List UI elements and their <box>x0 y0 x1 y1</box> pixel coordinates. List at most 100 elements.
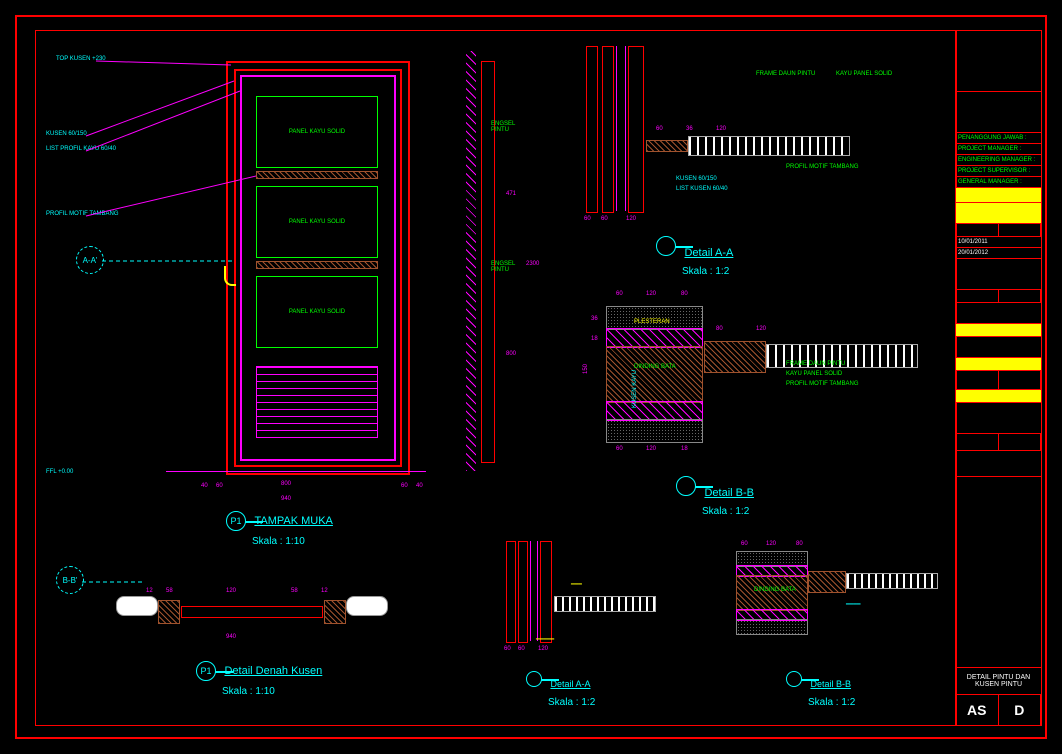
dk-d2: 120 <box>226 588 236 594</box>
aa-d2: 60 <box>656 126 663 132</box>
bb-d1: 120 <box>646 291 656 297</box>
detail-aa-top-title-block: Detail A-A Skala : 1:2 <box>656 236 733 279</box>
detail-aa-top-scale: Skala : 1:2 <box>682 266 729 277</box>
detail-aa-bot-scale: Skala : 1:2 <box>548 697 595 708</box>
aa-d5: 120 <box>716 126 726 132</box>
bb-kusen: KUSEN KAYU <box>632 370 638 408</box>
sym-aa-bot <box>526 671 542 687</box>
tb-sheet-code: D <box>999 695 1042 725</box>
dim-jamb2-l: 40 <box>201 483 208 489</box>
view-denah-kusen: B-B' 12 58 120 58 12 940 P1 Detail Denah… <box>56 566 416 716</box>
detail-bb-bot-title: Detail B-B <box>810 679 851 689</box>
aa-list: LIST KUSEN 60/40 <box>676 186 728 192</box>
plan-cross-section <box>116 596 376 626</box>
detail-bb-top-scale: Skala : 1:2 <box>702 506 749 517</box>
bb-panel: KAYU PANEL SOLID <box>786 371 842 377</box>
aa-motif: PROFIL MOTIF TAMBANG <box>786 164 859 170</box>
detail-aa-bot-title: Detail A-A <box>550 679 590 689</box>
dk-d1: 58 <box>166 588 173 594</box>
tb-role-4: GENERAL MANAGER : <box>956 177 1041 188</box>
cad-sheet: PANEL KAYU SOLID PANEL KAYU SOLID PANEL … <box>0 0 1062 754</box>
dim-door-w: 800 <box>281 481 291 487</box>
tb-yellow-1 <box>956 188 1041 203</box>
tb-yellow-2 <box>956 203 1041 224</box>
side-section: ENGSEL PINTU ENGSEL PINTU 471 2300 800 <box>456 51 506 471</box>
dk-d4: 12 <box>321 588 328 594</box>
aa-kayu-panel: KAYU PANEL SOLID <box>836 71 892 77</box>
dk-d3: 58 <box>291 588 298 594</box>
panel-1: PANEL KAYU SOLID <box>256 96 378 168</box>
dim-jamb-l: 60 <box>216 483 223 489</box>
drawing-area: PANEL KAYU SOLID PANEL KAYU SOLID PANEL … <box>35 30 957 726</box>
motif-strip-1 <box>256 171 378 179</box>
motif-strip-2 <box>256 261 378 269</box>
denah-kusen-scale: Skala : 1:10 <box>222 686 275 697</box>
tb-role-0: PENANGGUNG JAWAB : <box>956 133 1041 144</box>
section-aa-leader <box>102 257 232 267</box>
bb-d8: 18 <box>681 446 688 452</box>
bb-d6: 60 <box>616 446 623 452</box>
louvre-panel <box>256 366 378 438</box>
view-detail-aa-top: FRAME DAUN PINTU KAYU PANEL SOLID KUSEN … <box>576 46 936 266</box>
section-bb-leader <box>82 578 142 588</box>
section-mark-bb: B-B' <box>56 566 84 594</box>
bb2-dinding: DINDING BATA <box>754 587 796 593</box>
aa-kusen: KUSEN 60/150 <box>676 176 717 182</box>
view-detail-bb-bot: DINDING BATA ━━━━ 60 120 80 Detail B-B S… <box>716 541 946 711</box>
view-detail-aa-bot: ━━━ ━━━━━ 60 60 120 Detail A-A Skala : 1… <box>466 541 696 711</box>
dk-d0: 12 <box>146 588 153 594</box>
bb-d2: 80 <box>681 291 688 297</box>
aa-frame-daun: FRAME DAUN PINTU <box>756 71 815 77</box>
tb-role-3: PROJECT SUPERVISOR : <box>956 166 1041 177</box>
bb-frame: FRAME DAUN PINTU <box>786 361 845 367</box>
detail-bb-top-title-block: Detail B-B Skala : 1:2 <box>676 476 754 519</box>
lbl-engsel1: ENGSEL PINTU <box>491 121 515 133</box>
tb-drawing-title: DETAIL PINTU DAN KUSEN PINTU <box>956 667 1041 694</box>
sym-p1: P1 <box>226 511 246 531</box>
detail-aa-bot-title-block: Detail A-A Skala : 1:2 <box>526 671 595 710</box>
bb-d5: 80 <box>716 326 723 332</box>
panel-3: PANEL KAYU SOLID <box>256 276 378 348</box>
bb-d0: 60 <box>616 291 623 297</box>
bb-dinding: DINDING BATA <box>634 364 676 370</box>
bb-d3: 36 <box>591 316 598 322</box>
sym-p1-denah: P1 <box>196 661 216 681</box>
detail-bb-bot-title-block: Detail B-B Skala : 1:2 <box>786 671 855 710</box>
bb-d7: 120 <box>646 446 656 452</box>
tb-role-1: PROJECT MANAGER : <box>956 144 1041 155</box>
detail-bb-bot-scale: Skala : 1:2 <box>808 697 855 708</box>
panel-2: PANEL KAYU SOLID <box>256 186 378 258</box>
sym-bb-bot <box>786 671 802 687</box>
detail-aa-top-title: Detail A-A <box>684 247 733 259</box>
detail-bb-top-title: Detail B-B <box>704 487 754 499</box>
tb-logo-area <box>956 31 1041 92</box>
lbl-engsel2: ENGSEL PINTU <box>491 261 515 273</box>
tb-bottom: DETAIL PINTU DAN KUSEN PINTU AS D <box>956 667 1041 725</box>
dim-p2: 800 <box>506 351 516 357</box>
aa-d0: 60 <box>584 216 591 222</box>
dim-jamb2-r: 40 <box>416 483 423 489</box>
bb-plester: PLESTERAN <box>634 319 670 325</box>
aa-d3: 36 <box>686 126 693 132</box>
tampak-muka-scale: Skala : 1:10 <box>252 536 305 547</box>
section-mark-bb-text: B-B' <box>63 576 78 585</box>
tb-sheet-prefix: AS <box>956 695 999 725</box>
tampak-muka-title: TAMPAK MUKA <box>254 515 332 527</box>
sym-aa-top <box>656 236 676 256</box>
sym-bb-top <box>676 476 696 496</box>
dim-jamb-r: 60 <box>401 483 408 489</box>
section-mark-aa-text: A-A' <box>83 256 98 265</box>
denah-kusen-title: Detail Denah Kusen <box>224 665 322 677</box>
dim-p1: 471 <box>506 191 516 197</box>
section-mark-aa: A-A' <box>76 246 104 274</box>
tb-role-2: ENGINEERING MANAGER : <box>956 155 1041 166</box>
panel-3-label: PANEL KAYU SOLID <box>289 309 345 315</box>
tb-sheet: AS D <box>956 694 1041 725</box>
view-detail-bb-top: PLESTERAN DINDING BATA KUSEN KAYU FRAME … <box>576 286 946 516</box>
panel-2-label: PANEL KAYU SOLID <box>289 219 345 225</box>
bb-d4: 18 <box>591 336 598 342</box>
aa-d1: 120 <box>626 216 636 222</box>
dim-door-w2: 940 <box>281 496 291 502</box>
aa-d0b: 60 <box>601 216 608 222</box>
panel-1-label: PANEL KAYU SOLID <box>289 129 345 135</box>
